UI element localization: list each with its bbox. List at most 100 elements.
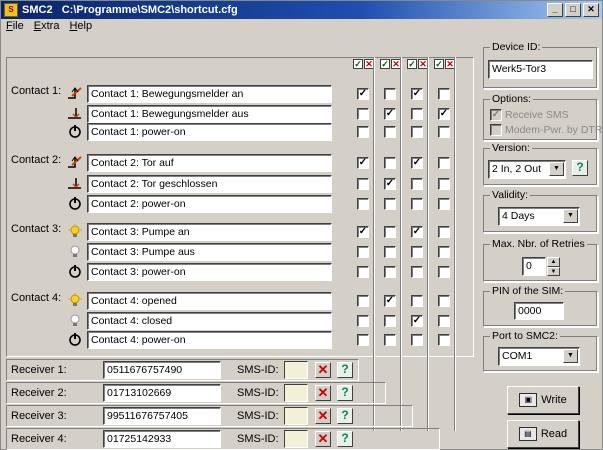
modem-pwr-option[interactable]: Modem-Pwr. by DTR — [490, 124, 602, 137]
spin-down-icon[interactable]: ▼ — [547, 267, 560, 276]
validity-select[interactable]: 4 Days ▼ — [498, 207, 580, 226]
receiver-1-checkbox[interactable] — [357, 126, 369, 138]
receiver-2-checkbox[interactable] — [384, 246, 396, 258]
check-icon[interactable]: ✓ — [380, 59, 390, 69]
chevron-down-icon[interactable]: ▼ — [563, 349, 578, 363]
receiver-3-checkbox[interactable] — [411, 108, 423, 120]
receiver-3-checkbox[interactable] — [411, 334, 423, 346]
receiver-2-checkbox[interactable] — [384, 88, 396, 100]
receiver-help-button[interactable]: ? — [337, 385, 353, 401]
clear-receiver-button[interactable]: ✕ — [315, 385, 331, 401]
device-id-input[interactable]: Werk5-Tor3 — [488, 60, 593, 79]
receiver-1-phone-input[interactable]: 0511676757490 — [103, 361, 221, 379]
minimize-button[interactable]: _ — [547, 3, 563, 17]
receiver-1-checkbox[interactable] — [357, 315, 369, 327]
chevron-down-icon[interactable]: ▼ — [549, 162, 564, 176]
receiver-help-button[interactable]: ? — [337, 431, 353, 447]
contact-3-message-3-input[interactable]: Contact 3: power-on — [87, 263, 332, 281]
receiver-3-phone-input[interactable]: 99511676757405 — [103, 407, 221, 425]
maximize-button[interactable]: □ — [565, 3, 581, 17]
receiver-4-checkbox[interactable]: ✓ — [438, 108, 450, 120]
contact-4-message-3-input[interactable]: Contact 4: power-on — [87, 331, 332, 349]
receiver-1-checkbox[interactable]: ✓ — [357, 226, 369, 238]
receiver-2-checkbox[interactable] — [384, 266, 396, 278]
pin-input[interactable]: 0000 — [514, 302, 564, 320]
contact-1-message-2-input[interactable]: Contact 1: Bewegungsmelder aus — [87, 105, 332, 123]
receiver-4-checkbox[interactable] — [438, 198, 450, 210]
receiver-3-checkbox[interactable]: ✓ — [411, 88, 423, 100]
receiver-help-button[interactable]: ? — [337, 408, 353, 424]
version-help-button[interactable]: ? — [572, 160, 588, 176]
receiver-3-checkbox[interactable]: ✓ — [411, 226, 423, 238]
check-icon[interactable]: ✓ — [353, 59, 363, 69]
version-select[interactable]: 2 In, 2 Out ▼ — [488, 160, 566, 179]
read-button[interactable]: ▤ Read — [507, 420, 579, 448]
receiver-1-checkbox[interactable] — [357, 108, 369, 120]
clear-receiver-button[interactable]: ✕ — [315, 431, 331, 447]
receiver-3-checkbox[interactable] — [411, 126, 423, 138]
receiver-4-checkbox[interactable] — [438, 126, 450, 138]
receiver-1-checkbox[interactable]: ✓ — [357, 88, 369, 100]
receiver-2-checkbox[interactable]: ✓ — [384, 178, 396, 190]
contact-2-message-2-input[interactable]: Contact 2: Tor geschlossen — [87, 175, 332, 193]
receiver-3-checkbox[interactable] — [411, 246, 423, 258]
receiver-3-checkbox[interactable] — [411, 198, 423, 210]
receiver-help-button[interactable]: ? — [337, 362, 353, 378]
clear-receiver-button[interactable]: ✕ — [315, 362, 331, 378]
receiver-2-checkbox[interactable] — [384, 226, 396, 238]
receiver-1-checkbox[interactable] — [357, 334, 369, 346]
receiver-1-checkbox[interactable] — [357, 295, 369, 307]
receiver-2-checkbox[interactable] — [384, 334, 396, 346]
receiver-2-checkbox[interactable]: ✓ — [384, 108, 396, 120]
receiver-2-phone-input[interactable]: 01713102669 — [103, 384, 221, 402]
receiver-1-checkbox[interactable] — [357, 198, 369, 210]
receiver-4-checkbox[interactable] — [438, 157, 450, 169]
receiver-4-checkbox[interactable] — [438, 266, 450, 278]
receiver-4-checkbox[interactable] — [438, 226, 450, 238]
receiver-4-phone-input[interactable]: 01725142933 — [103, 430, 221, 448]
receiver-4-checkbox[interactable] — [438, 334, 450, 346]
receiver-3-checkbox[interactable]: ✓ — [411, 157, 423, 169]
clear-receiver-button[interactable]: ✕ — [315, 408, 331, 424]
receive-sms-checkbox[interactable]: ✓ — [490, 109, 502, 122]
receiver-4-checkbox[interactable] — [438, 178, 450, 190]
sms-id-input[interactable] — [284, 384, 308, 402]
receiver-4-checkbox[interactable] — [438, 295, 450, 307]
receiver-2-checkbox[interactable] — [384, 126, 396, 138]
menu-help[interactable]: Help — [69, 20, 92, 36]
write-button[interactable]: ▣ Write — [507, 386, 579, 414]
check-icon[interactable]: ✓ — [434, 59, 444, 69]
receiver-1-checkbox[interactable] — [357, 266, 369, 278]
contact-2-message-1-input[interactable]: Contact 2: Tor auf — [87, 154, 332, 172]
contact-4-message-1-input[interactable]: Contact 4: opened — [87, 292, 332, 310]
receiver-1-checkbox[interactable] — [357, 246, 369, 258]
receiver-2-checkbox[interactable]: ✓ — [384, 295, 396, 307]
receiver-3-checkbox[interactable] — [411, 266, 423, 278]
receiver-1-checkbox[interactable]: ✓ — [357, 157, 369, 169]
sms-id-input[interactable] — [284, 361, 308, 379]
modem-pwr-checkbox[interactable] — [490, 124, 502, 137]
receive-sms-option[interactable]: ✓ Receive SMS — [490, 109, 569, 122]
contact-1-message-3-input[interactable]: Contact 1: power-on — [87, 123, 332, 141]
retries-input[interactable]: 0 — [522, 257, 546, 276]
receiver-3-checkbox[interactable]: ✓ — [411, 315, 423, 327]
receiver-2-checkbox[interactable] — [384, 198, 396, 210]
receiver-2-checkbox[interactable] — [384, 157, 396, 169]
receiver-3-checkbox[interactable] — [411, 178, 423, 190]
chevron-down-icon[interactable]: ▼ — [563, 209, 578, 223]
receiver-4-checkbox[interactable] — [438, 246, 450, 258]
receiver-4-checkbox[interactable] — [438, 88, 450, 100]
receiver-3-checkbox[interactable] — [411, 295, 423, 307]
contact-2-message-3-input[interactable]: Contact 2: power-on — [87, 195, 332, 213]
close-button[interactable]: ✕ — [583, 3, 599, 17]
contact-3-message-1-input[interactable]: Contact 3: Pumpe an — [87, 223, 332, 241]
spin-up-icon[interactable]: ▲ — [547, 257, 560, 267]
receiver-2-checkbox[interactable] — [384, 315, 396, 327]
receiver-4-checkbox[interactable] — [438, 315, 450, 327]
sms-id-input[interactable] — [284, 430, 308, 448]
menu-file[interactable]: File — [6, 20, 24, 36]
receiver-1-checkbox[interactable] — [357, 178, 369, 190]
contact-3-message-2-input[interactable]: Contact 3: Pumpe aus — [87, 243, 332, 261]
menu-extra[interactable]: Extra — [34, 20, 60, 36]
port-select[interactable]: COM1 ▼ — [498, 347, 580, 366]
